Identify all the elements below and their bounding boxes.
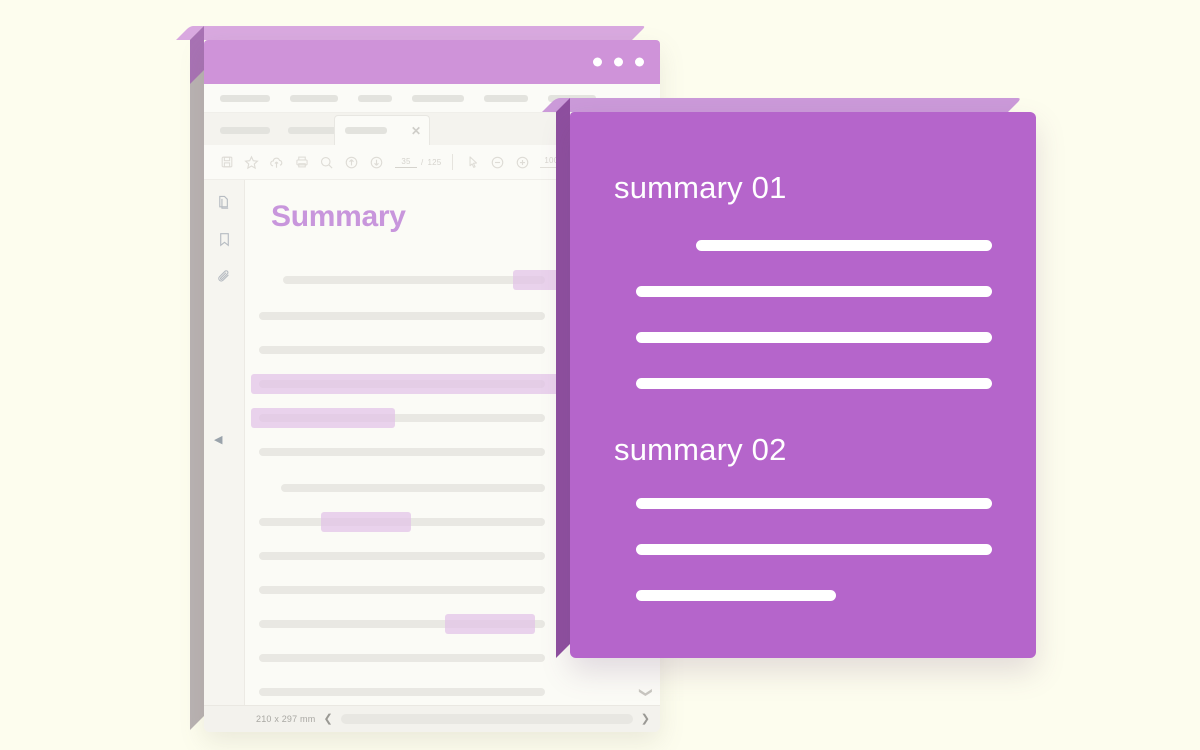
scroll-down-icon[interactable]: ❯ bbox=[639, 687, 654, 698]
tab-active[interactable]: ✕ bbox=[334, 115, 430, 145]
document-text-line bbox=[259, 346, 545, 354]
window-control-dot-3[interactable] bbox=[635, 57, 644, 67]
page-up-icon[interactable] bbox=[339, 149, 364, 175]
cursor-icon[interactable] bbox=[460, 149, 485, 175]
menu-item-2[interactable] bbox=[290, 94, 338, 102]
page-size-label: 210 x 297 mm bbox=[256, 714, 316, 724]
card-text-line bbox=[636, 332, 992, 343]
card-face: summary 01 summary 02 bbox=[570, 112, 1036, 658]
collapse-sidebar-icon[interactable]: ◀ bbox=[214, 435, 222, 446]
sidebar-item-attachments[interactable] bbox=[216, 268, 233, 285]
tab-active-label bbox=[345, 127, 387, 134]
statusbar: 210 x 297 mm ❮ ❯ bbox=[204, 705, 660, 732]
card-section-heading: summary 02 bbox=[614, 432, 787, 467]
window-control-dot-2[interactable] bbox=[614, 57, 623, 67]
text-highlight[interactable] bbox=[251, 408, 395, 428]
prev-page-icon[interactable]: ❮ bbox=[323, 713, 332, 725]
tab-inactive-2[interactable] bbox=[288, 127, 338, 134]
screen: ✕ 35 / 125 ◀ Summary ❯ 210 x 297 mm ❮ ❯ … bbox=[0, 0, 1200, 750]
document-text-line bbox=[259, 552, 545, 560]
search-icon[interactable] bbox=[314, 149, 339, 175]
card-text-line bbox=[636, 544, 992, 555]
card-section-heading: summary 01 bbox=[614, 170, 787, 205]
text-highlight[interactable] bbox=[321, 512, 411, 532]
window-controls[interactable] bbox=[593, 57, 644, 67]
menu-item-3[interactable] bbox=[358, 94, 392, 102]
zoom-out-icon[interactable] bbox=[485, 149, 510, 175]
sidebar-item-bookmarks[interactable] bbox=[216, 231, 233, 248]
summary-card: summary 01 summary 02 bbox=[542, 98, 1036, 658]
card-text-line bbox=[636, 498, 992, 509]
card-text-line bbox=[636, 378, 992, 389]
text-highlight[interactable] bbox=[445, 614, 535, 634]
card-left-bevel bbox=[556, 98, 570, 658]
card-top-bevel bbox=[542, 98, 1022, 112]
page-title: Summary bbox=[271, 200, 406, 233]
document-text-line bbox=[283, 276, 545, 284]
document-text-line bbox=[259, 312, 545, 320]
card-text-line bbox=[696, 240, 992, 251]
horizontal-scrollbar[interactable] bbox=[340, 714, 633, 724]
window-top-bevel bbox=[176, 26, 646, 40]
window-control-dot-1[interactable] bbox=[593, 57, 602, 67]
page-total: 125 bbox=[427, 157, 442, 167]
close-icon[interactable]: ✕ bbox=[411, 125, 421, 137]
window-titlebar bbox=[204, 40, 660, 84]
star-icon[interactable] bbox=[239, 149, 264, 175]
toolbar-divider bbox=[452, 154, 454, 170]
document-text-line bbox=[259, 688, 545, 696]
card-text-line bbox=[636, 590, 836, 601]
page-number-input[interactable]: 35 bbox=[395, 157, 417, 168]
menu-item-5[interactable] bbox=[484, 94, 528, 102]
menu-item-1[interactable] bbox=[220, 94, 270, 102]
cloud-upload-icon[interactable] bbox=[264, 149, 289, 175]
document-text-line bbox=[281, 484, 545, 492]
page-down-icon[interactable] bbox=[364, 149, 389, 175]
print-icon[interactable] bbox=[289, 149, 314, 175]
document-text-line bbox=[259, 448, 545, 456]
sidebar-item-pages[interactable] bbox=[216, 194, 233, 211]
sidebar[interactable]: ◀ bbox=[204, 180, 245, 705]
text-highlight[interactable] bbox=[251, 374, 565, 394]
page-number-control[interactable]: 35 / 125 bbox=[395, 157, 441, 168]
tab-inactive-1[interactable] bbox=[220, 127, 270, 134]
window-left-bevel bbox=[190, 26, 204, 730]
document-text-line bbox=[259, 654, 545, 662]
next-page-icon[interactable]: ❯ bbox=[641, 713, 650, 725]
menu-item-4[interactable] bbox=[412, 94, 464, 102]
card-text-line bbox=[636, 286, 992, 297]
document-text-line bbox=[259, 586, 545, 594]
save-icon[interactable] bbox=[214, 149, 239, 175]
zoom-in-icon[interactable] bbox=[510, 149, 535, 175]
page-separator: / bbox=[421, 157, 424, 167]
